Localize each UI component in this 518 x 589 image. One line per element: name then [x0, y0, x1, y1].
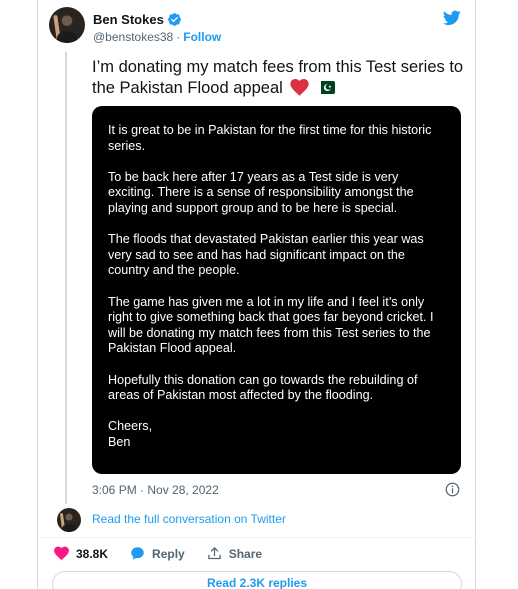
- author-name[interactable]: Ben Stokes: [93, 12, 182, 27]
- divider: [37, 537, 476, 538]
- statement-paragraph-5: Hopefully this donation can go towards t…: [108, 372, 418, 403]
- statement-paragraph-1: It is great to be in Pakistan for the fi…: [108, 123, 432, 153]
- read-full-conversation-link[interactable]: Read the full conversation on Twitter: [92, 512, 286, 526]
- pakistan-flag-emoji-icon: [317, 81, 335, 94]
- action-bar: 38.8K Reply Share: [54, 546, 284, 561]
- tweet-body: I’m donating my match fees from this Tes…: [92, 58, 464, 97]
- author-avatar[interactable]: [49, 7, 85, 43]
- reply-label: Reply: [152, 546, 185, 561]
- author-handle[interactable]: @benstokes38: [93, 30, 173, 44]
- share-button[interactable]: Share: [207, 546, 262, 561]
- tweet-timestamp[interactable]: 3:06 PM · Nov 28, 2022: [92, 483, 219, 497]
- reply-bubble-icon: [131, 547, 144, 560]
- reply-avatar[interactable]: [57, 508, 81, 532]
- statement-paragraph-4: The game has given me a lot in my life a…: [108, 294, 434, 356]
- separator-dot: ·: [176, 30, 181, 44]
- red-heart-emoji-icon: [290, 79, 310, 96]
- reply-button[interactable]: Reply: [130, 546, 185, 561]
- statement-paragraph-3: The floods that devastated Pakistan earl…: [108, 232, 424, 278]
- thread-line: [65, 52, 67, 504]
- follow-button[interactable]: Follow: [183, 30, 221, 44]
- handle-row: @benstokes38 · Follow: [93, 30, 221, 44]
- like-count: 38.8K: [76, 546, 109, 561]
- author-name-text[interactable]: Ben Stokes: [93, 12, 164, 27]
- share-label: Share: [228, 546, 263, 561]
- statement-image[interactable]: It is great to be in Pakistan for the fi…: [92, 106, 461, 474]
- tweet-text: I’m donating my match fees from this Tes…: [92, 57, 464, 99]
- like-button[interactable]: 38.8K: [54, 546, 108, 561]
- share-upload-icon: [207, 546, 221, 560]
- verified-badge-icon: [167, 13, 181, 26]
- statement-paragraph-2: To be back here after 17 years as a Test…: [108, 169, 414, 215]
- read-replies-button[interactable]: Read 2.3K replies: [52, 571, 462, 589]
- info-icon[interactable]: [445, 482, 460, 497]
- heart-icon: [54, 546, 69, 561]
- twitter-logo-icon[interactable]: [443, 10, 461, 26]
- statement-signoff: Cheers, Ben: [108, 419, 153, 449]
